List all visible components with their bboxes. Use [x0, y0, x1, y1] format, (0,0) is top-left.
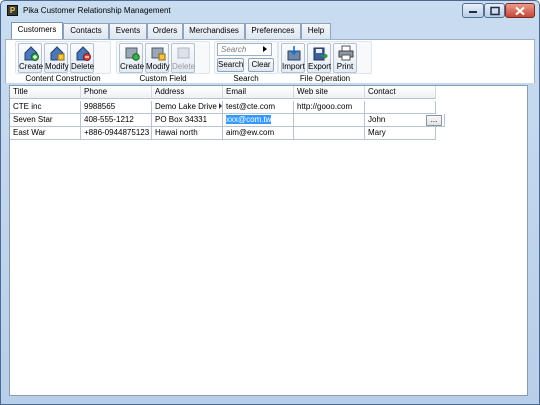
import-icon [287, 46, 301, 61]
tab-customers[interactable]: Customers [11, 22, 63, 39]
content-create-button[interactable]: Create [18, 43, 44, 73]
content-delete-button[interactable]: Delete [70, 43, 94, 73]
import-label: Import [282, 62, 305, 71]
cell-title[interactable]: CTE inc [10, 101, 81, 114]
tab-contacts[interactable]: Contacts [63, 23, 109, 39]
tab-orders[interactable]: Orders [147, 23, 183, 39]
cell-phone[interactable]: 9988565 [81, 101, 152, 114]
group-label-custom-field: Custom Field [139, 74, 187, 83]
field-create-label: Create [120, 62, 145, 71]
search-button[interactable]: Search [217, 58, 244, 72]
print-label: Print [336, 62, 354, 71]
house-edit-icon [50, 46, 65, 61]
content-delete-label: Delete [71, 62, 95, 71]
field-modify-button[interactable]: Modify [145, 43, 170, 73]
field-delete-icon [177, 47, 190, 59]
group-label-file-operation: File Operation [299, 74, 351, 83]
print-button[interactable]: Print [333, 43, 357, 73]
content-modify-label: Modify [45, 62, 69, 71]
column-header-title[interactable]: Title [10, 86, 81, 99]
export-label: Export [308, 62, 332, 71]
tab-merchandises[interactable]: Merchandises [183, 23, 245, 39]
import-button[interactable]: Import [281, 43, 305, 73]
content-create-label: Create [19, 62, 44, 71]
house-delete-icon [76, 46, 91, 61]
cell-title[interactable]: East War [10, 127, 81, 140]
title-bar[interactable]: P Pika Customer Relationship Management [1, 1, 539, 21]
cell-address-text: Demo Lake Drive [155, 102, 217, 111]
field-edit-icon [151, 47, 166, 61]
cell-email[interactable]: test@cte.com [223, 101, 294, 114]
content-modify-button[interactable]: Modify [44, 43, 69, 73]
minimize-icon [469, 10, 477, 13]
column-header-phone[interactable]: Phone [81, 86, 152, 99]
printer-icon [338, 45, 354, 61]
clear-button[interactable]: Clear [248, 58, 274, 72]
cell-phone[interactable]: +886-0944875123 [81, 127, 152, 140]
cell-email[interactable]: aim@ew.com [223, 127, 294, 140]
export-button[interactable]: Export [307, 43, 331, 73]
cell-address[interactable]: Hawai north [152, 127, 223, 140]
field-delete-button[interactable]: Delete [171, 43, 195, 73]
maximize-icon [489, 6, 500, 15]
column-header-email[interactable]: Email [223, 86, 294, 99]
field-add-icon [125, 47, 140, 61]
app-window: P Pika Customer Relationship Management … [0, 0, 540, 405]
group-search: Search Search Clear Search [214, 41, 278, 83]
group-custom-field: Create Modify Delete Custom Field [116, 41, 210, 83]
search-dropdown-arrow-icon[interactable] [263, 46, 267, 52]
cell-email-editing[interactable]: xxx@com.tw [223, 114, 294, 127]
ribbon-toolbar: Create Modify Delete Content Constructio… [5, 39, 535, 83]
cell-email-selected-text[interactable]: xxx@com.tw [226, 115, 272, 124]
tab-events[interactable]: Events [109, 23, 147, 39]
tab-preferences[interactable]: Preferences [245, 23, 301, 39]
house-add-icon [24, 46, 39, 61]
group-file-operation: Import Export Print File Operation [278, 41, 372, 83]
group-content-construction: Create Modify Delete Content Constructio… [15, 41, 111, 83]
close-button[interactable] [505, 3, 535, 18]
close-icon [515, 6, 525, 15]
cell-title[interactable]: Seven Star [10, 114, 81, 127]
cell-address[interactable]: Demo Lake Drive [152, 101, 223, 114]
cell-dropdown-arrow-icon[interactable] [218, 103, 222, 109]
export-icon [313, 47, 328, 61]
cell-contact[interactable] [365, 101, 436, 114]
cell-website[interactable] [294, 127, 365, 140]
cell-address[interactable]: PO Box 34331 [152, 114, 223, 127]
group-label-content-construction: Content Construction [25, 74, 101, 83]
field-create-button[interactable]: Create [119, 43, 145, 73]
cell-phone[interactable]: 408-555-1212 [81, 114, 152, 127]
column-header-contact[interactable]: Contact [365, 86, 436, 99]
maximize-button[interactable] [484, 3, 505, 18]
minimize-button[interactable] [462, 3, 484, 18]
contact-picker-button[interactable]: ... [426, 115, 442, 126]
cell-contact[interactable]: Mary [365, 127, 436, 140]
app-logo-icon: P [7, 5, 18, 16]
group-label-search: Search [233, 74, 259, 83]
cell-website[interactable]: http://gooo.com [294, 101, 365, 114]
customers-table: Title Phone Address Email Web site Conta… [9, 85, 528, 396]
column-header-website[interactable]: Web site [294, 86, 365, 99]
window-title: Pika Customer Relationship Management [23, 6, 171, 15]
cell-website[interactable] [294, 114, 365, 127]
field-delete-label: Delete [172, 62, 196, 71]
field-modify-label: Modify [146, 62, 170, 71]
column-header-address[interactable]: Address [152, 86, 223, 99]
tab-help[interactable]: Help [301, 23, 331, 39]
